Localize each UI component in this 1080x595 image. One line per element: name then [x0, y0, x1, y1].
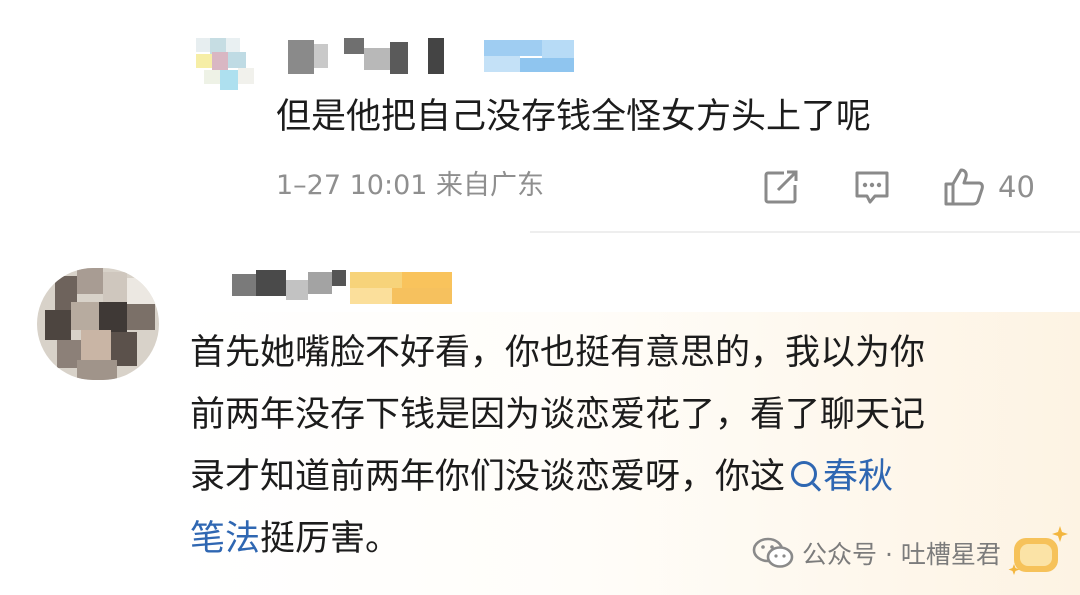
thumbs-up-icon: [944, 168, 984, 206]
commenter-name-blurred[interactable]: [288, 38, 448, 74]
search-topic-link-part2[interactable]: 笔法: [190, 519, 260, 559]
comment-divider: [530, 231, 1080, 233]
comment-text: 但是他把自己没存钱全怪女方头上了呢: [276, 97, 872, 137]
comment-line-3: 录才知道前两年你们没谈恋爱呀，你这 春秋: [190, 446, 1050, 508]
watermark-text: 公众号 · 吐槽星君: [802, 540, 1001, 569]
comment-line-1: 首先她嘴脸不好看，你也挺有意思的，我以为你: [190, 333, 926, 373]
comment-line-2: 前两年没存下钱是因为谈恋爱花了，看了聊天记: [190, 395, 926, 435]
commenter-avatar-blurred[interactable]: [37, 268, 159, 380]
share-button[interactable]: [762, 166, 800, 208]
search-icon: [791, 461, 818, 487]
share-icon: [764, 170, 798, 204]
commenter-name-blurred[interactable]: [232, 270, 362, 300]
like-button[interactable]: 40: [942, 166, 1035, 208]
comment-line-3-text: 录才知道前两年你们没谈恋爱呀，你这: [190, 457, 786, 497]
user-badge-blurred: [350, 272, 452, 304]
account-watermark: 公众号 · 吐槽星君: [752, 530, 1001, 576]
comment-meta: 1–27 10:01 来自广东: [276, 170, 545, 201]
commenter-avatar-blurred[interactable]: [196, 38, 254, 92]
comment-line-4-text: 挺厉害。: [260, 519, 401, 559]
reply-button[interactable]: [852, 166, 892, 208]
wechat-icon: [752, 537, 794, 568]
like-count: 40: [998, 170, 1035, 204]
comment-icon: [855, 171, 889, 204]
search-topic-link[interactable]: 春秋: [785, 457, 893, 497]
star-badge-icon: [1008, 526, 1068, 575]
search-topic-link-part1: 春秋: [823, 457, 894, 497]
user-badge-blurred: [484, 40, 574, 72]
